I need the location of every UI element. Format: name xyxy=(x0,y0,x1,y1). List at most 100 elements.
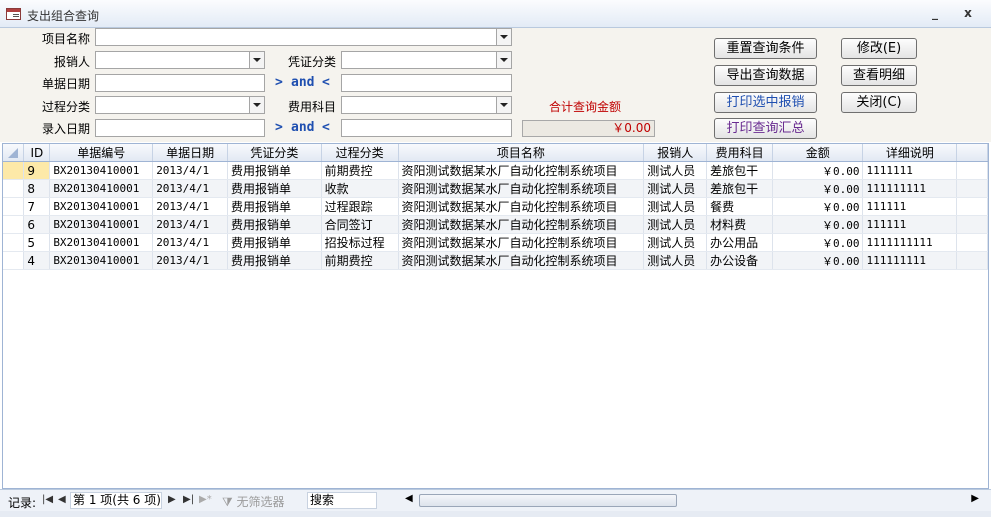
table-cell[interactable]: 费用报销单 xyxy=(227,179,322,198)
table-cell[interactable]: 4 xyxy=(23,251,51,270)
table-cell[interactable]: 过程跟踪 xyxy=(321,197,399,216)
results-grid[interactable]: ID 单据编号 单据日期 凭证分类 过程分类 项目名称 报销人 费用科目 金额 … xyxy=(2,143,989,489)
close-window-button[interactable]: x xyxy=(959,5,977,21)
table-cell-overflow[interactable] xyxy=(956,161,988,180)
reimburser-combo[interactable] xyxy=(95,51,265,69)
column-header[interactable]: 过程分类 xyxy=(321,144,399,162)
table-cell-overflow[interactable] xyxy=(956,179,988,198)
reset-query-button[interactable]: 重置查询条件 xyxy=(714,38,817,59)
table-cell[interactable]: 合同签订 xyxy=(321,215,399,234)
chevron-down-icon[interactable] xyxy=(496,29,511,45)
table-cell[interactable]: 1111111111 xyxy=(862,233,958,252)
table-cell[interactable]: 收款 xyxy=(321,179,399,198)
process-type-combo[interactable] xyxy=(95,96,265,114)
table-row[interactable]: 7 BX20130410001 2013/4/1 费用报销单 过程跟踪 资阳测试数据某水厂… xyxy=(3,197,988,216)
close-button[interactable]: 关闭(C) xyxy=(841,92,917,113)
expense-item-combo[interactable] xyxy=(341,96,512,114)
table-cell[interactable]: BX20130410001 xyxy=(49,197,154,216)
scrollbar-thumb[interactable] xyxy=(419,494,677,507)
table-cell[interactable]: 办公设备 xyxy=(706,251,774,270)
doc-date-from-input[interactable] xyxy=(95,74,265,92)
table-cell[interactable]: 资阳测试数据某水厂自动化控制系统项目 xyxy=(398,161,645,180)
table-cell[interactable]: BX20130410001 xyxy=(49,233,154,252)
next-record-icon[interactable]: ▶ xyxy=(168,494,176,505)
scroll-right-icon[interactable]: ▶ xyxy=(971,493,979,504)
table-cell[interactable]: 费用报销单 xyxy=(227,197,322,216)
column-header-overflow[interactable] xyxy=(956,144,988,162)
minimize-button[interactable]: _ xyxy=(926,5,944,21)
table-cell[interactable]: 2013/4/1 xyxy=(152,233,228,252)
select-all-icon[interactable] xyxy=(8,148,19,158)
last-record-icon[interactable]: ▶| xyxy=(183,494,194,505)
column-header[interactable]: 费用科目 xyxy=(706,144,774,162)
prev-record-icon[interactable]: ◀ xyxy=(58,494,66,505)
table-cell[interactable]: BX20130410001 xyxy=(49,215,154,234)
table-cell[interactable]: 9 xyxy=(23,161,51,180)
print-selected-button[interactable]: 打印选中报销 xyxy=(714,92,817,113)
horizontal-scrollbar[interactable]: ◀ ▶ xyxy=(403,493,981,508)
table-cell-overflow[interactable] xyxy=(956,251,988,270)
table-cell[interactable]: 招投标过程 xyxy=(321,233,399,252)
table-cell[interactable]: 资阳测试数据某水厂自动化控制系统项目 xyxy=(398,251,645,270)
scroll-left-icon[interactable]: ◀ xyxy=(405,493,413,504)
table-cell[interactable]: ￥0.00 xyxy=(772,197,864,216)
table-cell[interactable]: 8 xyxy=(23,179,51,198)
entry-date-from-input[interactable] xyxy=(95,119,265,137)
table-cell[interactable]: 测试人员 xyxy=(643,179,708,198)
column-header[interactable]: ID xyxy=(23,144,51,162)
chevron-down-icon[interactable] xyxy=(496,52,511,68)
table-cell[interactable]: BX20130410001 xyxy=(49,179,154,198)
table-cell[interactable]: 资阳测试数据某水厂自动化控制系统项目 xyxy=(398,197,645,216)
select-all-corner[interactable] xyxy=(3,144,25,162)
first-record-icon[interactable]: |◀ xyxy=(42,494,53,505)
table-cell[interactable]: 111111111 xyxy=(862,179,958,198)
table-cell[interactable]: 资阳测试数据某水厂自动化控制系统项目 xyxy=(398,215,645,234)
row-selector[interactable] xyxy=(3,161,25,180)
row-selector[interactable] xyxy=(3,215,25,234)
new-record-icon[interactable]: ▶* xyxy=(199,494,212,505)
table-cell[interactable]: 测试人员 xyxy=(643,251,708,270)
entry-date-to-input[interactable] xyxy=(341,119,512,137)
column-header[interactable]: 项目名称 xyxy=(398,144,645,162)
table-cell[interactable]: 餐费 xyxy=(706,197,774,216)
column-header[interactable]: 金额 xyxy=(772,144,864,162)
table-cell[interactable]: 2013/4/1 xyxy=(152,179,228,198)
table-cell[interactable]: 2013/4/1 xyxy=(152,197,228,216)
column-header[interactable]: 单据编号 xyxy=(49,144,154,162)
table-cell[interactable]: ￥0.00 xyxy=(772,161,864,180)
table-cell[interactable]: 2013/4/1 xyxy=(152,161,228,180)
table-row[interactable]: 9 BX20130410001 2013/4/1 费用报销单 前期费控 资阳测试数据某水厂… xyxy=(3,161,988,180)
search-input[interactable]: 搜索 xyxy=(307,492,377,509)
table-cell[interactable]: 材料费 xyxy=(706,215,774,234)
table-cell[interactable]: 测试人员 xyxy=(643,197,708,216)
row-selector[interactable] xyxy=(3,197,25,216)
table-cell[interactable]: 2013/4/1 xyxy=(152,215,228,234)
doc-date-to-input[interactable] xyxy=(341,74,512,92)
table-cell[interactable]: 111111 xyxy=(862,215,958,234)
table-cell[interactable]: ￥0.00 xyxy=(772,215,864,234)
table-cell-overflow[interactable] xyxy=(956,197,988,216)
table-cell[interactable]: 测试人员 xyxy=(643,233,708,252)
table-row[interactable]: 6 BX20130410001 2013/4/1 费用报销单 合同签订 资阳测试数据某水厂… xyxy=(3,215,988,234)
print-summary-button[interactable]: 打印查询汇总 xyxy=(714,118,817,139)
table-cell[interactable]: 111111111 xyxy=(862,251,958,270)
table-cell[interactable]: ￥0.00 xyxy=(772,251,864,270)
column-header[interactable]: 凭证分类 xyxy=(227,144,322,162)
column-header[interactable]: 详细说明 xyxy=(862,144,958,162)
table-cell[interactable]: 前期费控 xyxy=(321,251,399,270)
export-query-button[interactable]: 导出查询数据 xyxy=(714,65,817,86)
table-cell[interactable]: 费用报销单 xyxy=(227,161,322,180)
current-record-input[interactable]: 第 1 项(共 6 项) xyxy=(70,492,162,509)
table-cell[interactable]: 费用报销单 xyxy=(227,215,322,234)
chevron-down-icon[interactable] xyxy=(249,52,264,68)
project-name-combo[interactable] xyxy=(95,28,512,46)
table-cell[interactable]: 资阳测试数据某水厂自动化控制系统项目 xyxy=(398,179,645,198)
table-cell[interactable]: 办公用品 xyxy=(706,233,774,252)
table-cell[interactable]: 2013/4/1 xyxy=(152,251,228,270)
voucher-type-combo[interactable] xyxy=(341,51,512,69)
table-row[interactable]: 4 BX20130410001 2013/4/1 费用报销单 前期费控 资阳测试数据某水厂… xyxy=(3,251,988,270)
row-selector[interactable] xyxy=(3,179,25,198)
table-cell[interactable]: 6 xyxy=(23,215,51,234)
table-cell[interactable]: 5 xyxy=(23,233,51,252)
column-header[interactable]: 报销人 xyxy=(643,144,708,162)
